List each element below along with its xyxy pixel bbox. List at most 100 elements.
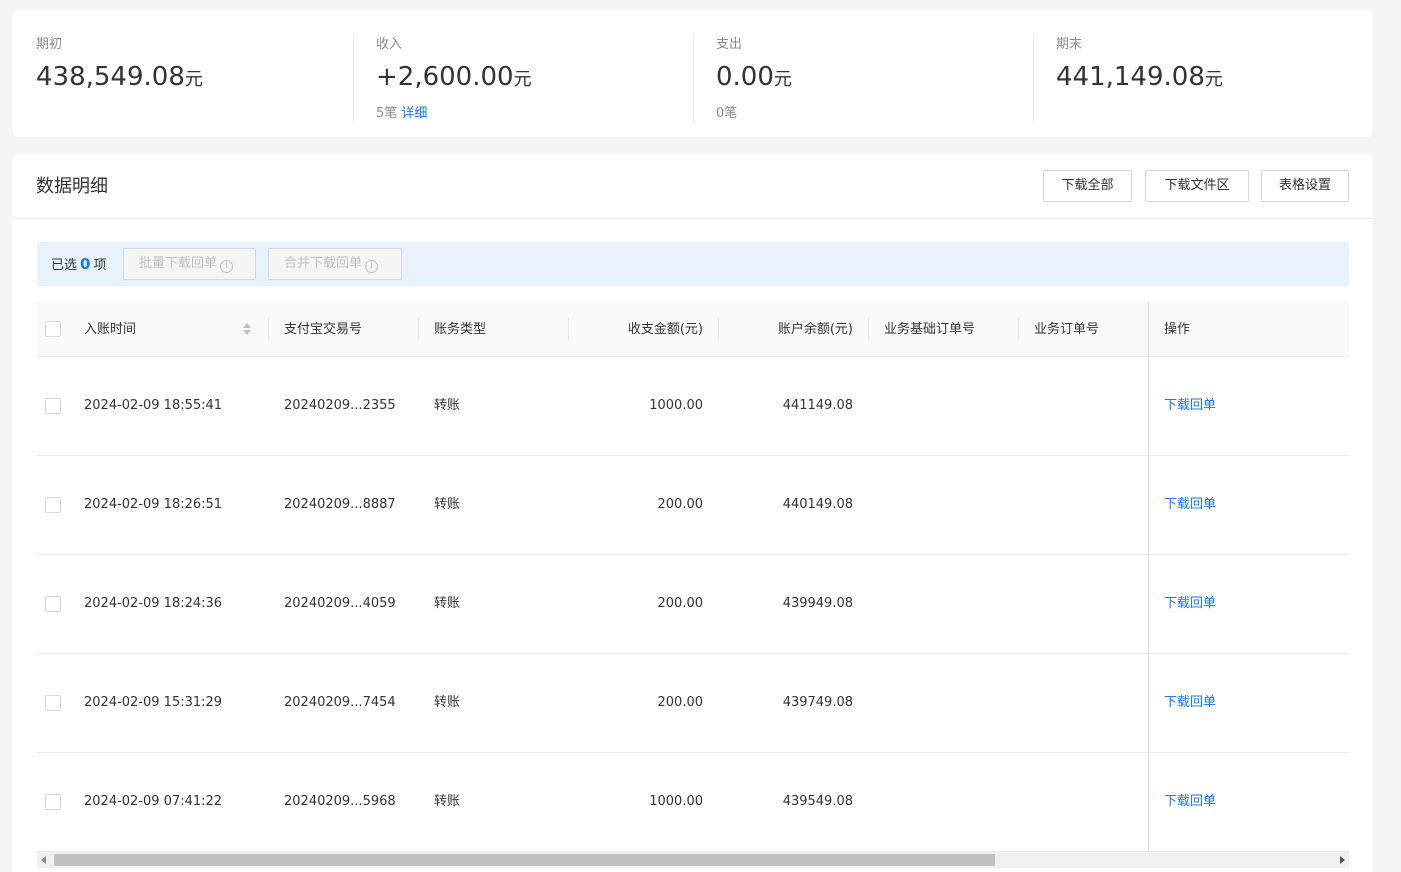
selection-prefix: 已选 (51, 258, 78, 273)
row-checkbox[interactable] (45, 794, 61, 810)
closing-unit: 元 (1204, 69, 1223, 90)
info-icon: i (365, 260, 379, 273)
expense-unit: 元 (773, 69, 792, 90)
cell-amount: 1000.00 (649, 794, 703, 809)
opening-amount-value: 438,549.08 (36, 62, 185, 92)
table-row: 2024-02-09 18:24:36 20240209...4059 转账 2… (37, 555, 1349, 654)
download-receipt-link[interactable]: 下载回单 (1164, 456, 1216, 554)
selection-summary: 已选 0 项 (51, 255, 106, 275)
selection-bar: 已选 0 项 批量下载回单 i 合并下载回单 i (37, 242, 1349, 286)
column-separator (868, 318, 869, 340)
opening-amount: 438,549.08元 (36, 60, 203, 97)
download-all-button[interactable]: 下载全部 (1043, 170, 1132, 202)
expense-amount-value: 0.00 (716, 62, 774, 92)
table-header: 入账时间 支付宝交易号 账务类型 收支金额(元) 账户余额(元) 业务基础订单号… (37, 302, 1349, 357)
closing-label: 期末 (1056, 37, 1083, 52)
cell-trade-no: 20240209...5968 (284, 794, 396, 809)
opening-label: 期初 (36, 37, 63, 52)
stat-divider (693, 34, 694, 122)
cell-balance: 439949.08 (782, 596, 853, 611)
cell-trade-no: 20240209...4059 (284, 596, 396, 611)
income-sub: 5笔 详细 (376, 105, 532, 123)
transactions-table: 入账时间 支付宝交易号 账务类型 收支金额(元) 账户余额(元) 业务基础订单号… (37, 302, 1349, 852)
cell-trade-no: 20240209...7454 (284, 695, 396, 710)
column-header-time[interactable]: 入账时间 (84, 302, 136, 357)
income-amount: +2,600.00元 (376, 60, 532, 97)
cell-type: 转账 (434, 695, 461, 710)
scroll-right-icon[interactable] (1340, 856, 1345, 864)
stat-divider (1033, 34, 1034, 122)
cell-trade-no: 20240209...2355 (284, 398, 396, 413)
table-row: 2024-02-09 18:55:41 20240209...2355 转账 1… (37, 357, 1349, 456)
info-icon: i (220, 260, 234, 273)
income-amount-value: +2,600.00 (376, 62, 514, 92)
row-checkbox[interactable] (45, 695, 61, 711)
cell-amount: 1000.00 (649, 398, 703, 413)
horizontal-scrollbar[interactable] (37, 852, 1349, 868)
batch-download-label: 批量下载回单 (139, 256, 218, 271)
cell-amount: 200.00 (657, 497, 704, 512)
cell-amount: 200.00 (657, 695, 704, 710)
column-header-base-order: 业务基础订单号 (884, 322, 976, 337)
selection-count: 0 (80, 255, 91, 273)
table-row: 2024-02-09 15:31:29 20240209...7454 转账 2… (37, 654, 1349, 753)
opening-balance-stat: 期初 438,549.08元 (36, 36, 203, 97)
scroll-left-icon[interactable] (41, 856, 46, 864)
column-header-amount: 收支金额(元) (627, 322, 703, 337)
table-row: 2024-02-09 18:26:51 20240209...8887 转账 2… (37, 456, 1349, 555)
stat-divider (353, 34, 354, 122)
select-all-checkbox[interactable] (45, 321, 61, 337)
download-receipt-link[interactable]: 下载回单 (1164, 753, 1216, 851)
column-header-type: 账务类型 (434, 322, 487, 337)
cell-balance: 441149.08 (782, 398, 853, 413)
opening-unit: 元 (184, 69, 203, 90)
income-stat: 收入 +2,600.00元 5笔 详细 (376, 36, 532, 123)
sort-icon[interactable] (243, 323, 251, 337)
column-header-trade-no: 支付宝交易号 (284, 322, 363, 337)
income-count: 5笔 (376, 106, 398, 121)
column-header-balance: 账户余额(元) (777, 322, 853, 337)
cell-trade-no: 20240209...8887 (284, 497, 396, 512)
closing-amount-value: 441,149.08 (1056, 62, 1205, 92)
cell-type: 转账 (434, 398, 461, 413)
table-settings-button[interactable]: 表格设置 (1261, 170, 1349, 202)
cell-type: 转账 (434, 794, 461, 809)
closing-amount: 441,149.08元 (1056, 60, 1223, 97)
cell-balance: 439549.08 (782, 794, 853, 809)
cell-type: 转账 (434, 596, 461, 611)
download-receipt-link[interactable]: 下载回单 (1164, 654, 1216, 752)
download-receipt-link[interactable]: 下载回单 (1164, 357, 1216, 455)
column-separator (268, 318, 269, 340)
cell-type: 转账 (434, 497, 461, 512)
income-unit: 元 (513, 69, 532, 90)
closing-balance-stat: 期末 441,149.08元 (1056, 36, 1223, 97)
income-detail-link[interactable]: 详细 (401, 106, 427, 121)
panel-header: 数据明细 下载全部 下载文件区 表格设置 (13, 154, 1373, 219)
data-detail-panel: 数据明细 下载全部 下载文件区 表格设置 已选 0 项 批量下载回单 i 合并下载回单… (13, 154, 1373, 872)
expense-stat: 支出 0.00元 0笔 (716, 36, 792, 123)
summary-card: 期初 438,549.08元 收入 +2,600.00元 5笔 详细 支出 0.… (13, 10, 1373, 137)
cell-amount: 200.00 (657, 596, 704, 611)
column-separator (1018, 318, 1019, 340)
cell-balance: 439749.08 (782, 695, 853, 710)
merge-download-label: 合并下载回单 (284, 256, 363, 271)
merge-download-receipt-button[interactable]: 合并下载回单 i (268, 248, 402, 280)
batch-download-receipt-button[interactable]: 批量下载回单 i (123, 248, 256, 280)
row-checkbox[interactable] (45, 497, 61, 513)
cell-time: 2024-02-09 18:26:51 (84, 497, 223, 512)
row-checkbox[interactable] (45, 398, 61, 414)
cell-balance: 440149.08 (782, 497, 853, 512)
selection-suffix: 项 (93, 258, 107, 273)
scrollbar-thumb[interactable] (54, 854, 995, 866)
download-files-button[interactable]: 下载文件区 (1145, 170, 1249, 202)
download-receipt-link[interactable]: 下载回单 (1164, 555, 1216, 653)
table-row: 2024-02-09 07:41:22 20240209...5968 转账 1… (37, 753, 1349, 852)
cell-time: 2024-02-09 15:31:29 (84, 695, 223, 710)
expense-amount: 0.00元 (716, 60, 792, 97)
cell-time: 2024-02-09 07:41:22 (84, 794, 223, 809)
fixed-column-shadow (1148, 302, 1149, 850)
income-label: 收入 (376, 37, 403, 52)
row-checkbox[interactable] (45, 596, 61, 612)
panel-title: 数据明细 (36, 176, 108, 197)
expense-label: 支出 (716, 37, 743, 52)
